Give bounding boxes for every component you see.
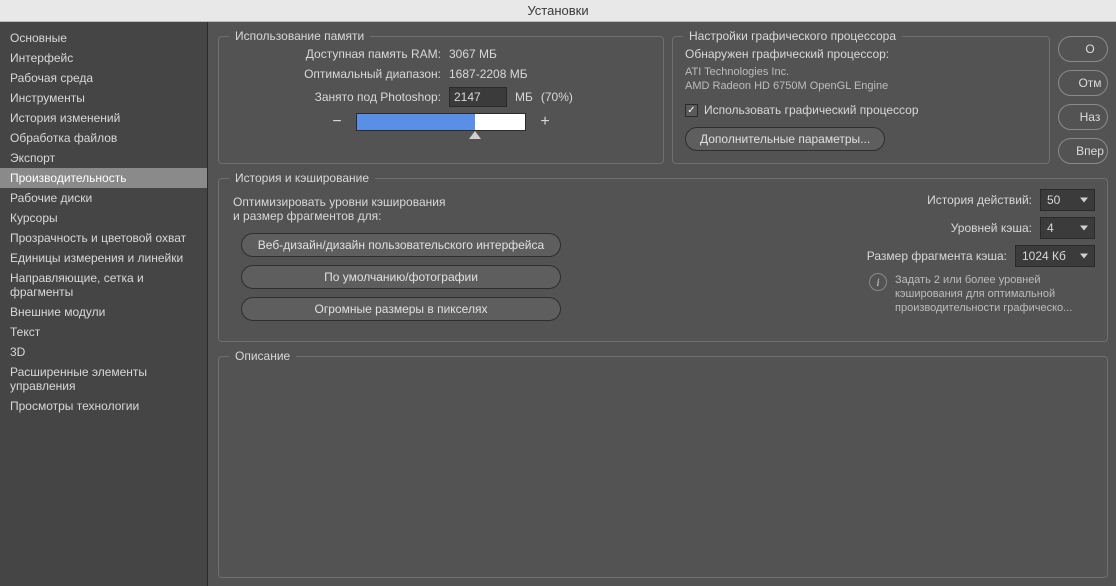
sidebar-item-plugins[interactable]: Внешние модули [0, 302, 207, 322]
optimal-range-label: Оптимальный диапазон: [231, 67, 441, 81]
sidebar-item-interface[interactable]: Интерфейс [0, 48, 207, 68]
sidebar-item-units[interactable]: Единицы измерения и линейки [0, 248, 207, 268]
gpu-model: AMD Radeon HD 6750M OpenGL Engine [685, 79, 1037, 93]
used-ram-label: Занято под Photoshop: [231, 90, 441, 104]
slider-decrease-button[interactable]: − [328, 113, 346, 131]
sidebar-item-history-log[interactable]: История изменений [0, 108, 207, 128]
history-legend: История и кэширование [229, 171, 375, 185]
optimal-range-value: 1687-2208 МБ [449, 67, 528, 81]
sidebar-item-export[interactable]: Экспорт [0, 148, 207, 168]
used-ram-unit: МБ [515, 90, 533, 104]
slider-thumb-icon[interactable] [469, 131, 481, 139]
sidebar-item-type[interactable]: Текст [0, 322, 207, 342]
preset-default-button[interactable]: По умолчанию/фотографии [241, 265, 561, 289]
history-states-select[interactable]: 50 [1040, 189, 1095, 211]
sidebar-item-file-handling[interactable]: Обработка файлов [0, 128, 207, 148]
memory-usage-group: Использование памяти Доступная память RA… [218, 36, 664, 164]
history-cache-group: История и кэширование Оптимизировать уро… [218, 178, 1108, 342]
sidebar-item-transparency[interactable]: Прозрачность и цветовой охват [0, 228, 207, 248]
gpu-detected-label: Обнаружен графический процессор: [685, 47, 1037, 61]
available-ram-value: 3067 МБ [449, 47, 497, 61]
optimize-label-1: Оптимизировать уровни кэширования [233, 195, 571, 209]
cancel-button[interactable]: Отм [1058, 70, 1108, 96]
used-ram-percent: (70%) [541, 90, 573, 104]
gpu-advanced-button[interactable]: Дополнительные параметры... [685, 127, 885, 151]
info-icon: i [869, 273, 887, 291]
memory-slider[interactable] [356, 113, 526, 131]
sidebar-item-scratch-disks[interactable]: Рабочие диски [0, 188, 207, 208]
sidebar-item-performance[interactable]: Производительность [0, 168, 207, 188]
sidebar-item-guides[interactable]: Направляющие, сетка и фрагменты [0, 268, 207, 302]
window-title: Установки [0, 0, 1116, 22]
preset-web-button[interactable]: Веб-дизайн/дизайн пользовательского инте… [241, 233, 561, 257]
memory-legend: Использование памяти [229, 29, 370, 43]
use-gpu-label: Использовать графический процессор [704, 103, 919, 117]
back-button[interactable]: Наз [1058, 104, 1108, 130]
available-ram-label: Доступная память RAM: [231, 47, 441, 61]
cache-tile-size-label: Размер фрагмента кэша: [867, 249, 1007, 263]
check-icon: ✓ [687, 105, 695, 116]
sidebar-item-tech-previews[interactable]: Просмотры технологии [0, 396, 207, 416]
sidebar-item-workspace[interactable]: Рабочая среда [0, 68, 207, 88]
sidebar-item-3d[interactable]: 3D [0, 342, 207, 362]
description-legend: Описание [229, 349, 296, 363]
next-button[interactable]: Впер [1058, 138, 1108, 164]
cache-levels-select[interactable]: 4 [1040, 217, 1095, 239]
slider-fill [357, 114, 475, 130]
use-gpu-checkbox[interactable]: ✓ [685, 104, 698, 117]
cache-info-text: Задать 2 или более уровней кэширования д… [895, 273, 1095, 315]
used-ram-input[interactable] [449, 87, 507, 107]
sidebar-item-general[interactable]: Основные [0, 28, 207, 48]
dialog-buttons: О Отм Наз Впер [1058, 30, 1108, 164]
history-states-label: История действий: [927, 193, 1032, 207]
description-group: Описание [218, 356, 1108, 578]
sidebar-item-cursors[interactable]: Курсоры [0, 208, 207, 228]
sidebar: Основные Интерфейс Рабочая среда Инструм… [0, 22, 208, 586]
cache-tile-size-select[interactable]: 1024 Кб [1015, 245, 1095, 267]
optimize-label-2: и размер фрагментов для: [233, 209, 571, 223]
gpu-legend: Настройки графического процессора [683, 29, 902, 43]
sidebar-item-enhanced-controls[interactable]: Расширенные элементы управления [0, 362, 207, 396]
gpu-settings-group: Настройки графического процессора Обнару… [672, 36, 1050, 164]
sidebar-item-tools[interactable]: Инструменты [0, 88, 207, 108]
ok-button[interactable]: О [1058, 36, 1108, 62]
cache-levels-label: Уровней кэша: [951, 221, 1032, 235]
gpu-vendor: ATI Technologies Inc. [685, 65, 1037, 79]
preset-huge-button[interactable]: Огромные размеры в пикселях [241, 297, 561, 321]
slider-increase-button[interactable]: + [536, 113, 554, 131]
